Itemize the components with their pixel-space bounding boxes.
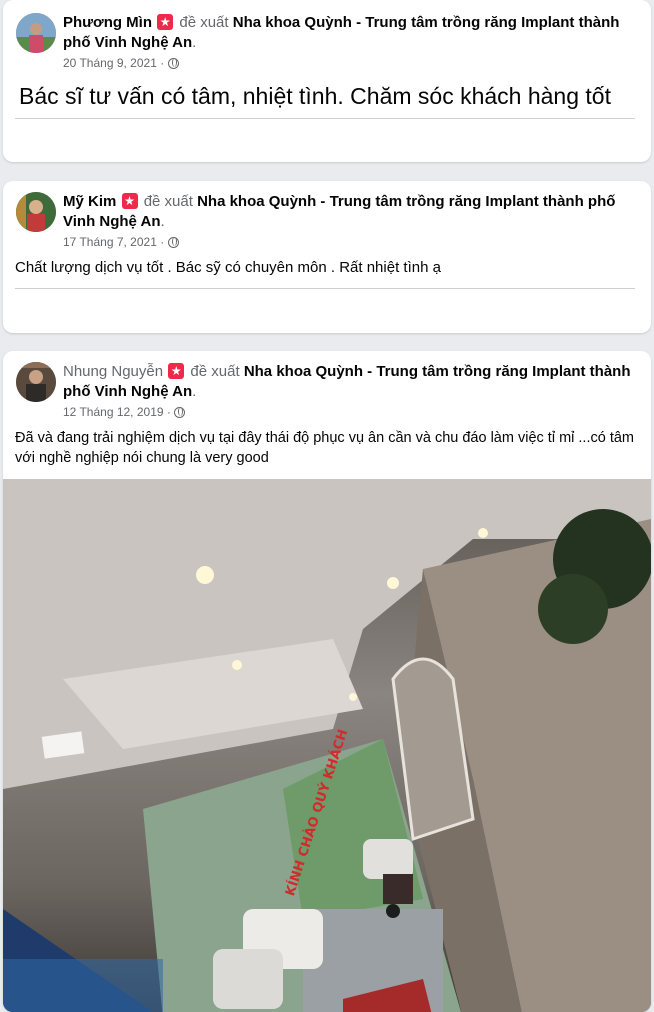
author-name[interactable]: Mỹ Kim	[63, 193, 116, 210]
review-post-1: Phương Mìn đề xuất Nha khoa Quỳnh - Trun…	[3, 0, 651, 162]
recommend-verb: đề xuất	[179, 14, 229, 31]
review-text: Bác sĩ tư vấn có tâm, nhiệt tình. Chăm s…	[19, 83, 611, 109]
divider	[15, 118, 635, 119]
author-name[interactable]: Phương Mìn	[63, 14, 152, 31]
globe-icon	[167, 237, 179, 248]
review-post-3: Nhung Nguyễn đề xuất Nha khoa Quỳnh - Tr…	[3, 351, 651, 1012]
author-name[interactable]: Nhung Nguyễn	[63, 363, 163, 380]
review-photo[interactable]: KÍNH CHÀO QUÝ KHÁCH	[3, 479, 651, 1012]
review-text: Chất lượng dịch vụ tốt . Bác sỹ có chuyê…	[15, 259, 441, 276]
clinic-lobby-photo-icon: KÍNH CHÀO QUÝ KHÁCH	[3, 479, 651, 1012]
globe-icon	[167, 58, 179, 69]
recommend-icon	[121, 193, 138, 209]
avatar[interactable]	[16, 362, 56, 402]
review-text: Đã và đang trải nghiệm dịch vụ tại đây t…	[15, 430, 634, 466]
avatar-photo-icon	[16, 362, 56, 402]
avatar[interactable]	[16, 192, 56, 232]
review-post-2: Mỹ Kim đề xuất Nha khoa Quỳnh - Trung tâ…	[3, 181, 651, 333]
post-date[interactable]: 12 Tháng 12, 2019	[63, 405, 164, 419]
post-date[interactable]: 17 Tháng 7, 2021	[63, 235, 157, 249]
recommend-verb: đề xuất	[143, 193, 193, 210]
divider	[15, 288, 635, 289]
recommend-verb: đề xuất	[190, 363, 240, 380]
avatar-photo-icon	[16, 192, 56, 232]
recommend-icon	[168, 363, 185, 379]
avatar-photo-icon	[16, 13, 56, 53]
post-date[interactable]: 20 Tháng 9, 2021	[63, 56, 157, 70]
recommend-icon	[157, 14, 174, 30]
globe-icon	[174, 407, 186, 418]
avatar[interactable]	[16, 13, 56, 53]
